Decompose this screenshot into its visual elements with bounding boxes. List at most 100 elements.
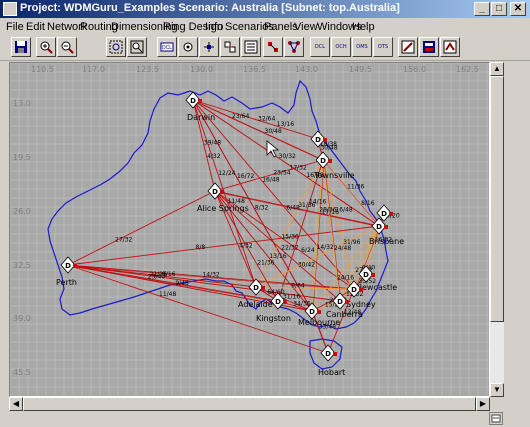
zoom-out-button[interactable] <box>57 37 77 57</box>
route-button[interactable] <box>263 37 283 57</box>
menu-help[interactable]: Help <box>352 21 375 33</box>
ots-icon: OTS <box>377 43 389 50</box>
link-line[interactable] <box>193 100 325 162</box>
node-mark: D <box>65 262 71 270</box>
x-tick: 156.0 <box>403 65 426 74</box>
node-mark: D <box>363 271 369 279</box>
export-button[interactable] <box>440 37 460 57</box>
link-capacity-label: 9/48 <box>175 280 189 287</box>
node-port-marker <box>283 300 287 304</box>
link-capacity-label: 8/32 <box>255 205 269 212</box>
menu-panels[interactable]: Panels <box>264 21 298 33</box>
subnet-button[interactable] <box>220 37 240 57</box>
close-button[interactable]: ✕ <box>510 2 526 16</box>
scroll-down-button[interactable]: ▼ <box>490 383 504 397</box>
toolbar: DCL DCL OCH OMS OTS <box>0 34 530 61</box>
link-capacity-label: 14/16 <box>309 199 326 206</box>
link-capacity-label: 22/32 <box>281 244 298 251</box>
minimize-button[interactable]: _ <box>474 2 490 16</box>
route-icon <box>268 42 278 52</box>
report-button[interactable] <box>419 37 439 57</box>
link-capacity-label: 17/16 <box>322 209 339 216</box>
scroll-right-button[interactable]: ▶ <box>476 397 490 411</box>
save-icon <box>15 41 27 53</box>
menu-file[interactable]: File <box>6 21 24 33</box>
map-canvas[interactable]: 110.5 117.0 123.5 130.0 136.5 143.0 149.… <box>9 62 490 397</box>
x-tick: 123.5 <box>136 65 159 74</box>
node-port-marker <box>333 352 337 356</box>
layout-button[interactable] <box>241 37 261 57</box>
link-capacity-label: 23/64 <box>232 113 249 120</box>
zoom-fit-icon <box>109 40 123 54</box>
link-capacity-label: 8/16 <box>361 200 375 207</box>
vertical-scrollbar[interactable]: ▲ ▼ <box>490 62 504 397</box>
x-tick: 136.5 <box>243 65 266 74</box>
node-label: Hobart <box>318 368 345 377</box>
y-tick: 32.5 <box>13 261 31 270</box>
link-line[interactable] <box>67 190 216 266</box>
node-mark: D <box>376 223 382 231</box>
dcl-button[interactable]: DCL <box>310 37 330 57</box>
edit-properties-button[interactable] <box>398 37 418 57</box>
maximize-button[interactable]: □ <box>491 2 507 16</box>
node-label: Townsville <box>313 171 355 180</box>
menu-info[interactable]: Info <box>205 21 223 33</box>
oms-icon: OMS <box>356 43 368 50</box>
app-icon[interactable] <box>3 2 17 16</box>
link-capacity-label: 30/32 <box>279 153 296 160</box>
node-mark: D <box>315 136 321 144</box>
link-capacity-label: 4/32 <box>207 153 221 160</box>
horizontal-scrollbar[interactable]: ◀ ▶ <box>9 397 490 411</box>
zoom-select-icon <box>130 40 144 54</box>
node-port-marker <box>389 212 393 216</box>
x-tick: 130.0 <box>190 65 213 74</box>
resize-grip-icon[interactable] <box>489 412 503 425</box>
y-tick: 45.5 <box>13 368 31 377</box>
link-capacity-label: 8/8 <box>196 244 206 251</box>
ots-button[interactable]: OTS <box>373 37 393 57</box>
y-tick: 26.0 <box>13 207 31 216</box>
link-capacity-label: 21/26 <box>150 271 167 278</box>
scroll-up-button[interactable]: ▲ <box>490 62 504 76</box>
link-capacity-label: 11/36 <box>347 183 364 190</box>
menu-edit[interactable]: Edit <box>26 21 45 33</box>
network-map[interactable]: 110.5 117.0 123.5 130.0 136.5 143.0 149.… <box>10 63 489 396</box>
link-line[interactable] <box>312 160 325 313</box>
link-capacity-label: 21/36 <box>257 260 274 267</box>
export-icon <box>443 40 457 54</box>
save-button[interactable] <box>11 37 31 57</box>
node-port-marker <box>371 273 375 277</box>
scroll-left-button[interactable]: ◀ <box>9 397 23 411</box>
zoom-select-button[interactable] <box>127 37 147 57</box>
mesh-icon <box>288 41 300 53</box>
link-line[interactable] <box>192 99 324 161</box>
node-port-marker <box>220 190 224 194</box>
link-capacity-label: 34/36 <box>293 301 310 308</box>
och-button[interactable]: OCH <box>331 37 351 57</box>
horizontal-scroll-thumb[interactable] <box>23 397 476 411</box>
oms-button[interactable]: OMS <box>352 37 372 57</box>
vertical-scroll-thumb[interactable] <box>490 76 504 322</box>
link-capacity-label: 24/16 <box>337 275 354 282</box>
connect-button[interactable] <box>178 37 198 57</box>
zoom-in-button[interactable] <box>36 37 56 57</box>
link-capacity-label: 17/32 <box>290 165 307 172</box>
x-tick: 110.5 <box>31 65 54 74</box>
link-capacity-label: 23/54 <box>273 169 290 176</box>
menu-view[interactable]: View <box>294 21 318 33</box>
title-bar: Project: WDMGuru_Examples Scenario: Aust… <box>0 0 530 18</box>
x-tick: 149.5 <box>349 65 372 74</box>
zoom-fit-button[interactable] <box>106 37 126 57</box>
node-perth[interactable]: D Perth <box>56 256 77 287</box>
node-mark: D <box>320 157 326 165</box>
mesh-button[interactable] <box>284 37 304 57</box>
node-port-marker <box>345 300 349 304</box>
link-line[interactable] <box>192 99 257 288</box>
report-icon <box>423 41 435 53</box>
add-node-button[interactable]: DCL <box>157 37 177 57</box>
node-mark: D <box>190 97 196 105</box>
move-button[interactable] <box>199 37 219 57</box>
window-title: Project: WDMGuru_Examples Scenario: Aust… <box>20 2 400 14</box>
link-capacity-label: 14/32 <box>317 244 334 251</box>
node-darwin[interactable]: D Darwin <box>185 91 215 122</box>
